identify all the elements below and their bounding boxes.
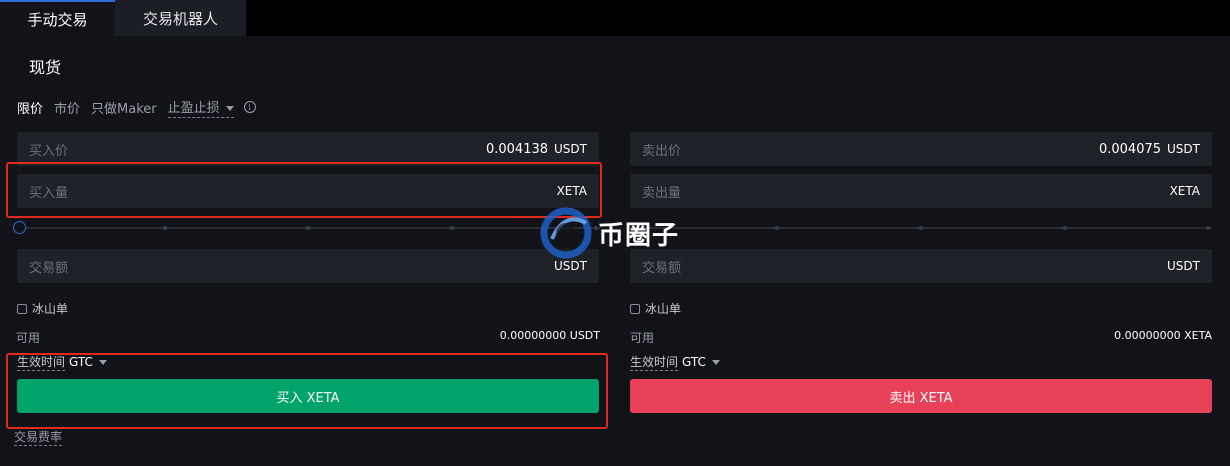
buy-available-value: 0.00000000 USDT xyxy=(499,329,600,342)
sell-available-label: 可用 xyxy=(630,331,655,345)
buy-iceberg-option[interactable]: 冰山单 xyxy=(17,300,68,317)
sell-tif-value: GTC xyxy=(682,355,706,369)
checkbox[interactable] xyxy=(17,303,27,314)
order-type-limit[interactable]: 限价 xyxy=(17,98,43,117)
sell-iceberg-option[interactable]: 冰山单 xyxy=(630,300,681,317)
buy-total-input[interactable]: 交易额 USDT xyxy=(17,249,599,283)
caret-down-icon xyxy=(225,105,234,111)
slider-step[interactable] xyxy=(1063,226,1067,230)
checkbox[interactable] xyxy=(630,303,640,314)
sell-amount-slider[interactable] xyxy=(630,221,1212,235)
trading-fee-link[interactable]: 交易费率 xyxy=(14,428,63,446)
buy-available-label: 可用 xyxy=(16,331,41,345)
sell-available-row: 可用 0.00000000 XETA xyxy=(630,329,1212,346)
buy-price-unit: USDT xyxy=(554,142,587,156)
slider-step[interactable] xyxy=(775,226,779,230)
tab-trading-bot[interactable]: 交易机器人 xyxy=(115,0,246,36)
buy-price-label: 买入价 xyxy=(29,143,69,159)
highlight-box-amount xyxy=(6,162,602,218)
sell-price-label: 卖出价 xyxy=(642,143,682,159)
watermark: 币圈子 xyxy=(538,202,698,264)
sell-tif-label: 生效时间 xyxy=(630,355,679,371)
caret-down-icon xyxy=(711,359,720,365)
order-type-maker-only[interactable]: 只做Maker xyxy=(91,98,157,117)
coin-logo-icon xyxy=(540,207,592,259)
info-circle-icon[interactable]: i xyxy=(243,101,256,113)
sell-total-placeholder: 交易额 xyxy=(642,260,682,276)
buy-total-placeholder: 交易额 xyxy=(29,260,69,276)
buy-price-value: 0.004138 xyxy=(485,141,549,157)
top-tab-bar: 手动交易 交易机器人 xyxy=(0,0,1230,36)
sell-price-value: 0.004075 xyxy=(1098,141,1162,157)
order-type-stop-label: 止盈止损 xyxy=(167,100,220,116)
sell-button[interactable]: 卖出 XETA xyxy=(630,379,1212,413)
sell-available-value: 0.00000000 XETA xyxy=(1114,329,1212,342)
sell-iceberg-label: 冰山单 xyxy=(645,302,682,316)
buy-amount-slider[interactable] xyxy=(13,221,600,235)
order-type-selector: 限价 市价 只做Maker 止盈止损 i xyxy=(17,97,256,118)
slider-step[interactable] xyxy=(1206,226,1210,230)
sell-total-unit: USDT xyxy=(1167,259,1200,273)
slider-step[interactable] xyxy=(919,226,923,230)
sell-amount-input[interactable]: 卖出量 XETA xyxy=(630,174,1212,208)
slider-step[interactable] xyxy=(306,226,310,230)
highlight-box-buy xyxy=(6,353,608,429)
sell-price-field[interactable]: 卖出价 0.004075 USDT xyxy=(630,132,1212,166)
slider-handle[interactable] xyxy=(13,221,26,234)
order-type-market[interactable]: 市价 xyxy=(54,98,80,117)
section-title-spot: 现货 xyxy=(29,58,62,77)
buy-available-row: 可用 0.00000000 USDT xyxy=(16,329,600,346)
slider-step[interactable] xyxy=(450,226,454,230)
sell-time-in-force[interactable]: 生效时间 GTC xyxy=(630,353,720,371)
order-type-stop[interactable]: 止盈止损 xyxy=(167,97,234,118)
watermark-text: 币圈子 xyxy=(598,220,680,251)
tab-manual-trading[interactable]: 手动交易 xyxy=(0,0,115,36)
sell-total-input[interactable]: 交易额 USDT xyxy=(630,249,1212,283)
slider-step[interactable] xyxy=(163,226,167,230)
sell-price-unit: USDT xyxy=(1167,142,1200,156)
sell-amount-placeholder: 卖出量 xyxy=(642,185,682,201)
buy-price-field[interactable]: 买入价 0.004138 USDT xyxy=(17,132,599,166)
sell-amount-unit: XETA xyxy=(1169,184,1200,198)
buy-iceberg-label: 冰山单 xyxy=(32,302,69,316)
